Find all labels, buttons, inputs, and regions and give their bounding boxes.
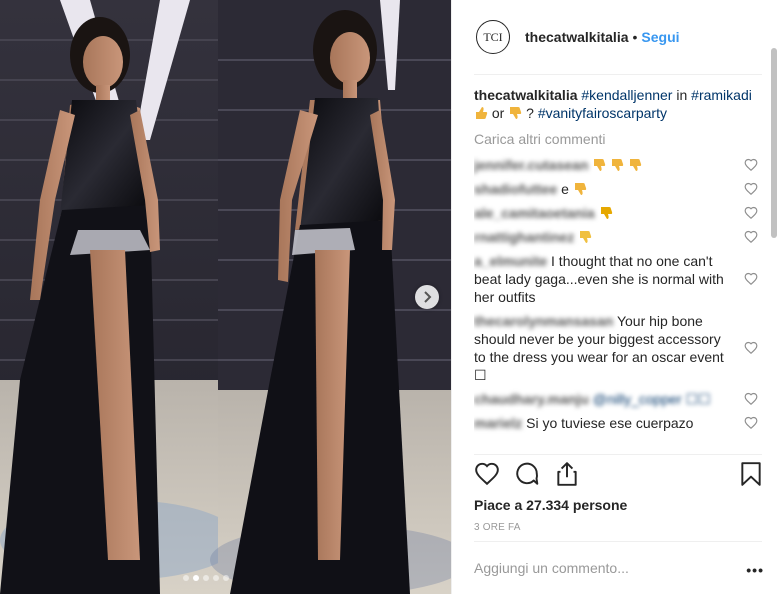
thumbs-down-icon: [600, 207, 612, 219]
caption-text: in: [676, 87, 688, 103]
post-photo: [0, 0, 451, 594]
comment-text: @nilly_copper ☐☐: [592, 391, 711, 407]
caption-text: ?: [526, 105, 534, 121]
carousel-next-button[interactable]: [415, 285, 439, 309]
page-scrollbar[interactable]: [771, 48, 777, 238]
comment-row: chaudhary.manju @nilly_copper ☐☐: [474, 390, 762, 408]
carousel-dot-active: [193, 575, 199, 581]
post-caption: thecatwalkitalia #kendalljenner in #rami…: [474, 86, 762, 122]
comment-user[interactable]: jennifer.cutasean: [474, 157, 588, 173]
carousel-indicator: [183, 575, 229, 581]
like-comment-heart-icon[interactable]: [744, 182, 758, 196]
comment-user[interactable]: thecarolynmansasan: [474, 313, 613, 329]
hashtag-link[interactable]: #vanityfairoscarparty: [538, 105, 667, 121]
hashtag-link[interactable]: #kendalljenner: [581, 87, 672, 103]
follow-button[interactable]: Segui: [641, 29, 679, 45]
caption-user[interactable]: thecatwalkitalia: [474, 87, 578, 103]
comment-composer: •••: [474, 560, 764, 582]
chevron-right-icon: [424, 291, 432, 303]
thumbs-down-icon: [594, 159, 606, 171]
thumbs-down-icon: [630, 159, 642, 171]
comment-text: Si yo tuviese ese cuerpazo: [526, 415, 694, 431]
thumbs-down-icon: [574, 183, 586, 195]
comment-row: ale_camitaoetania: [474, 204, 762, 222]
instagram-post-view: TCI thecatwalkitalia • Segui thecatwalki…: [0, 0, 779, 594]
divider: [474, 541, 762, 542]
caption-text: or: [491, 105, 505, 121]
comment-user[interactable]: rnattighantinez: [474, 229, 574, 245]
thumbs-up-icon: [476, 107, 488, 119]
comment-row: a_elmunite I thought that no one can't b…: [474, 252, 762, 306]
post-media[interactable]: [0, 0, 451, 594]
carousel-dot: [213, 575, 219, 581]
divider: [474, 454, 762, 455]
post-actions-bar: [474, 461, 764, 493]
comment-user[interactable]: chaudhary.manju: [474, 391, 589, 407]
bookmark-icon[interactable]: [738, 461, 764, 487]
carousel-dot: [203, 575, 209, 581]
thumbs-down-icon: [510, 107, 522, 119]
comment-text: e: [561, 181, 569, 197]
carousel-dot: [223, 575, 229, 581]
comment-user[interactable]: ale_camitaoetania: [474, 205, 595, 221]
comment-user[interactable]: a_elmunite: [474, 253, 547, 269]
comment-user[interactable]: shadiofuttee: [474, 181, 557, 197]
post-side-panel: TCI thecatwalkitalia • Segui thecatwalki…: [451, 0, 779, 594]
thumbs-down-icon: [580, 231, 592, 243]
more-options-button[interactable]: •••: [746, 562, 764, 578]
likes-count[interactable]: Piace a 27.334 persone: [474, 497, 627, 513]
like-comment-heart-icon[interactable]: [744, 392, 758, 406]
hashtag-link[interactable]: #ramikadi: [691, 87, 752, 103]
account-handle[interactable]: thecatwalkitalia: [525, 29, 629, 45]
like-comment-heart-icon[interactable]: [744, 416, 758, 430]
avatar-text: TCI: [483, 29, 503, 44]
comment-icon[interactable]: [514, 461, 540, 487]
comment-row: marielz Si yo tuviese ese cuerpazo: [474, 414, 762, 432]
comment-row: shadiofuttee e: [474, 180, 762, 198]
comment-row: rnattighantinez: [474, 228, 762, 246]
post-header: TCI thecatwalkitalia • Segui: [452, 0, 779, 74]
comments-list[interactable]: thecatwalkitalia #kendalljenner in #rami…: [474, 86, 762, 454]
comment-row: thecarolynmansasan Your hip bone should …: [474, 312, 762, 384]
like-comment-heart-icon[interactable]: [744, 230, 758, 244]
comment-row: jennifer.cutasean: [474, 156, 762, 174]
share-icon[interactable]: [554, 461, 580, 487]
separator-dot: •: [632, 29, 638, 45]
like-comment-heart-icon[interactable]: [744, 158, 758, 172]
post-timestamp: 3 ORE FA: [474, 522, 521, 533]
like-comment-heart-icon[interactable]: [744, 341, 758, 355]
like-comment-heart-icon[interactable]: [744, 272, 758, 286]
load-more-comments-button[interactable]: Carica altri commenti: [474, 130, 762, 148]
comment-user[interactable]: marielz: [474, 415, 522, 431]
heart-icon[interactable]: [474, 461, 500, 487]
add-comment-input[interactable]: [474, 560, 724, 576]
carousel-dot: [183, 575, 189, 581]
divider: [474, 74, 762, 75]
like-comment-heart-icon[interactable]: [744, 206, 758, 220]
avatar[interactable]: TCI: [476, 20, 510, 54]
thumbs-down-icon: [612, 159, 624, 171]
